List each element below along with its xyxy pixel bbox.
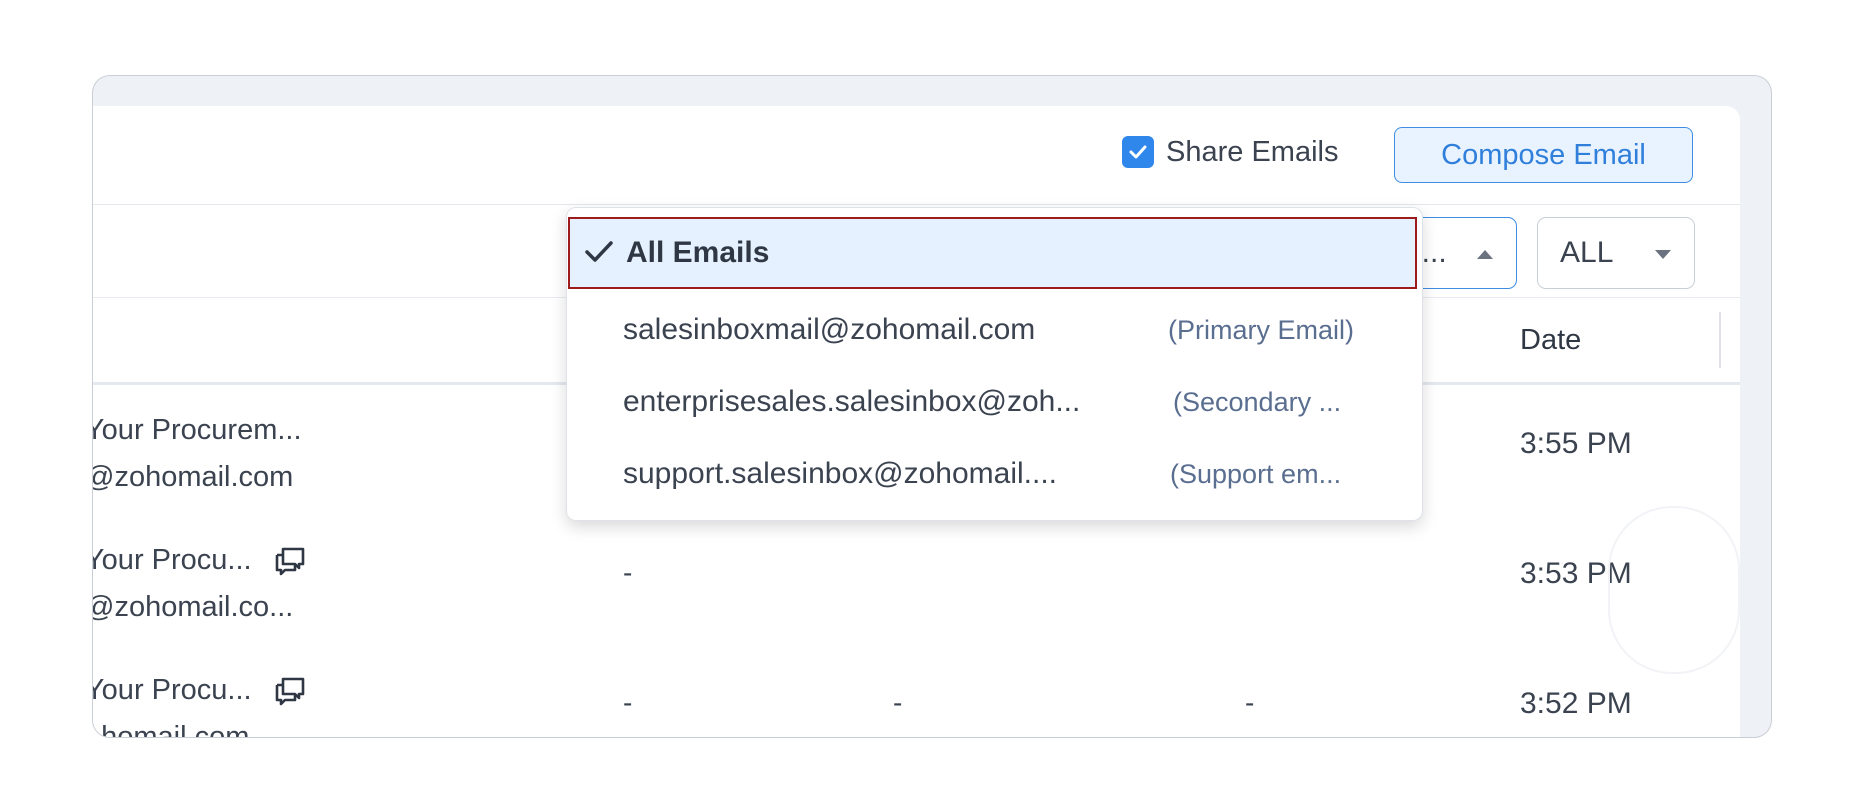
checkmark-icon	[585, 241, 613, 262]
dropdown-option-tag: (Secondary ...	[1173, 386, 1342, 417]
time-cell: 3:55 PM	[1520, 427, 1632, 460]
sender-cell: -	[623, 687, 633, 718]
dropdown-option-primary[interactable]: salesinboxmail@zohomail.com (Primary Ema…	[567, 294, 1422, 366]
dropdown-option-address: support.salesinbox@zohomail....	[623, 457, 1058, 490]
emails-toolbar: Share Emails Compose Email	[93, 106, 1740, 205]
dropdown-option-all-emails[interactable]: All Emails	[568, 217, 1417, 289]
dropdown-option-address: salesinboxmail@zohomail.com	[623, 313, 1036, 346]
floating-widget-ghost	[1608, 506, 1740, 674]
email-subject: Your Procu...	[92, 544, 252, 576]
share-emails-label: Share Emails	[1166, 135, 1339, 168]
email-address: ohomail.com	[92, 721, 250, 738]
type-filter-select[interactable]: ALL	[1537, 217, 1695, 289]
time-cell: 3:52 PM	[1520, 687, 1632, 720]
thread-bubble-icon[interactable]	[274, 546, 306, 576]
dropdown-option-tag: (Support em...	[1170, 458, 1342, 489]
dropdown-option-label: All Emails	[626, 236, 770, 269]
caret-up-icon	[1477, 250, 1493, 259]
table-row[interactable]: Your Procu... @zohomail.co... - 3:53 PM	[93, 515, 1740, 645]
dropdown-option-secondary[interactable]: enterprisesales.salesinbox@zoh... (Secon…	[567, 366, 1422, 438]
email-subject: Your Procu...	[92, 674, 252, 706]
dropdown-option-support[interactable]: support.salesinbox@zohomail.... (Support…	[567, 438, 1422, 510]
email-subject: Your Procurem...	[92, 414, 302, 446]
checkbox-check-icon[interactable]	[1122, 136, 1154, 168]
email-address: @zohomail.co...	[92, 591, 294, 623]
mailbox-dropdown-menu: All Emails salesinboxmail@zohomail.com (…	[566, 207, 1423, 521]
compose-email-button[interactable]: Compose Email	[1394, 127, 1693, 183]
column-divider[interactable]	[1719, 312, 1721, 368]
share-emails-toggle[interactable]: Share Emails	[1122, 132, 1338, 172]
caret-down-icon	[1655, 250, 1671, 259]
table-row[interactable]: Your Procu... ohomail.com - - - 3:52 PM	[92, 645, 1740, 738]
dropdown-option-tag: (Primary Email)	[1168, 314, 1354, 345]
type-filter-value: ALL	[1560, 236, 1614, 269]
email-subject-cell: Your Procu... ohomail.com	[92, 667, 306, 738]
email-subject-cell: Your Procurem... @zohomail.com	[92, 407, 302, 501]
recipient-cell: -	[893, 687, 903, 718]
thread-bubble-icon[interactable]	[274, 676, 306, 706]
dropdown-option-address: enterprisesales.salesinbox@zoh...	[623, 385, 1081, 418]
email-address: @zohomail.com	[92, 461, 294, 493]
column-header-date[interactable]: Date	[1520, 298, 1581, 382]
email-subject-cell: Your Procu... @zohomail.co...	[92, 537, 306, 631]
sender-cell: -	[623, 557, 633, 588]
status-cell: -	[1245, 687, 1255, 718]
